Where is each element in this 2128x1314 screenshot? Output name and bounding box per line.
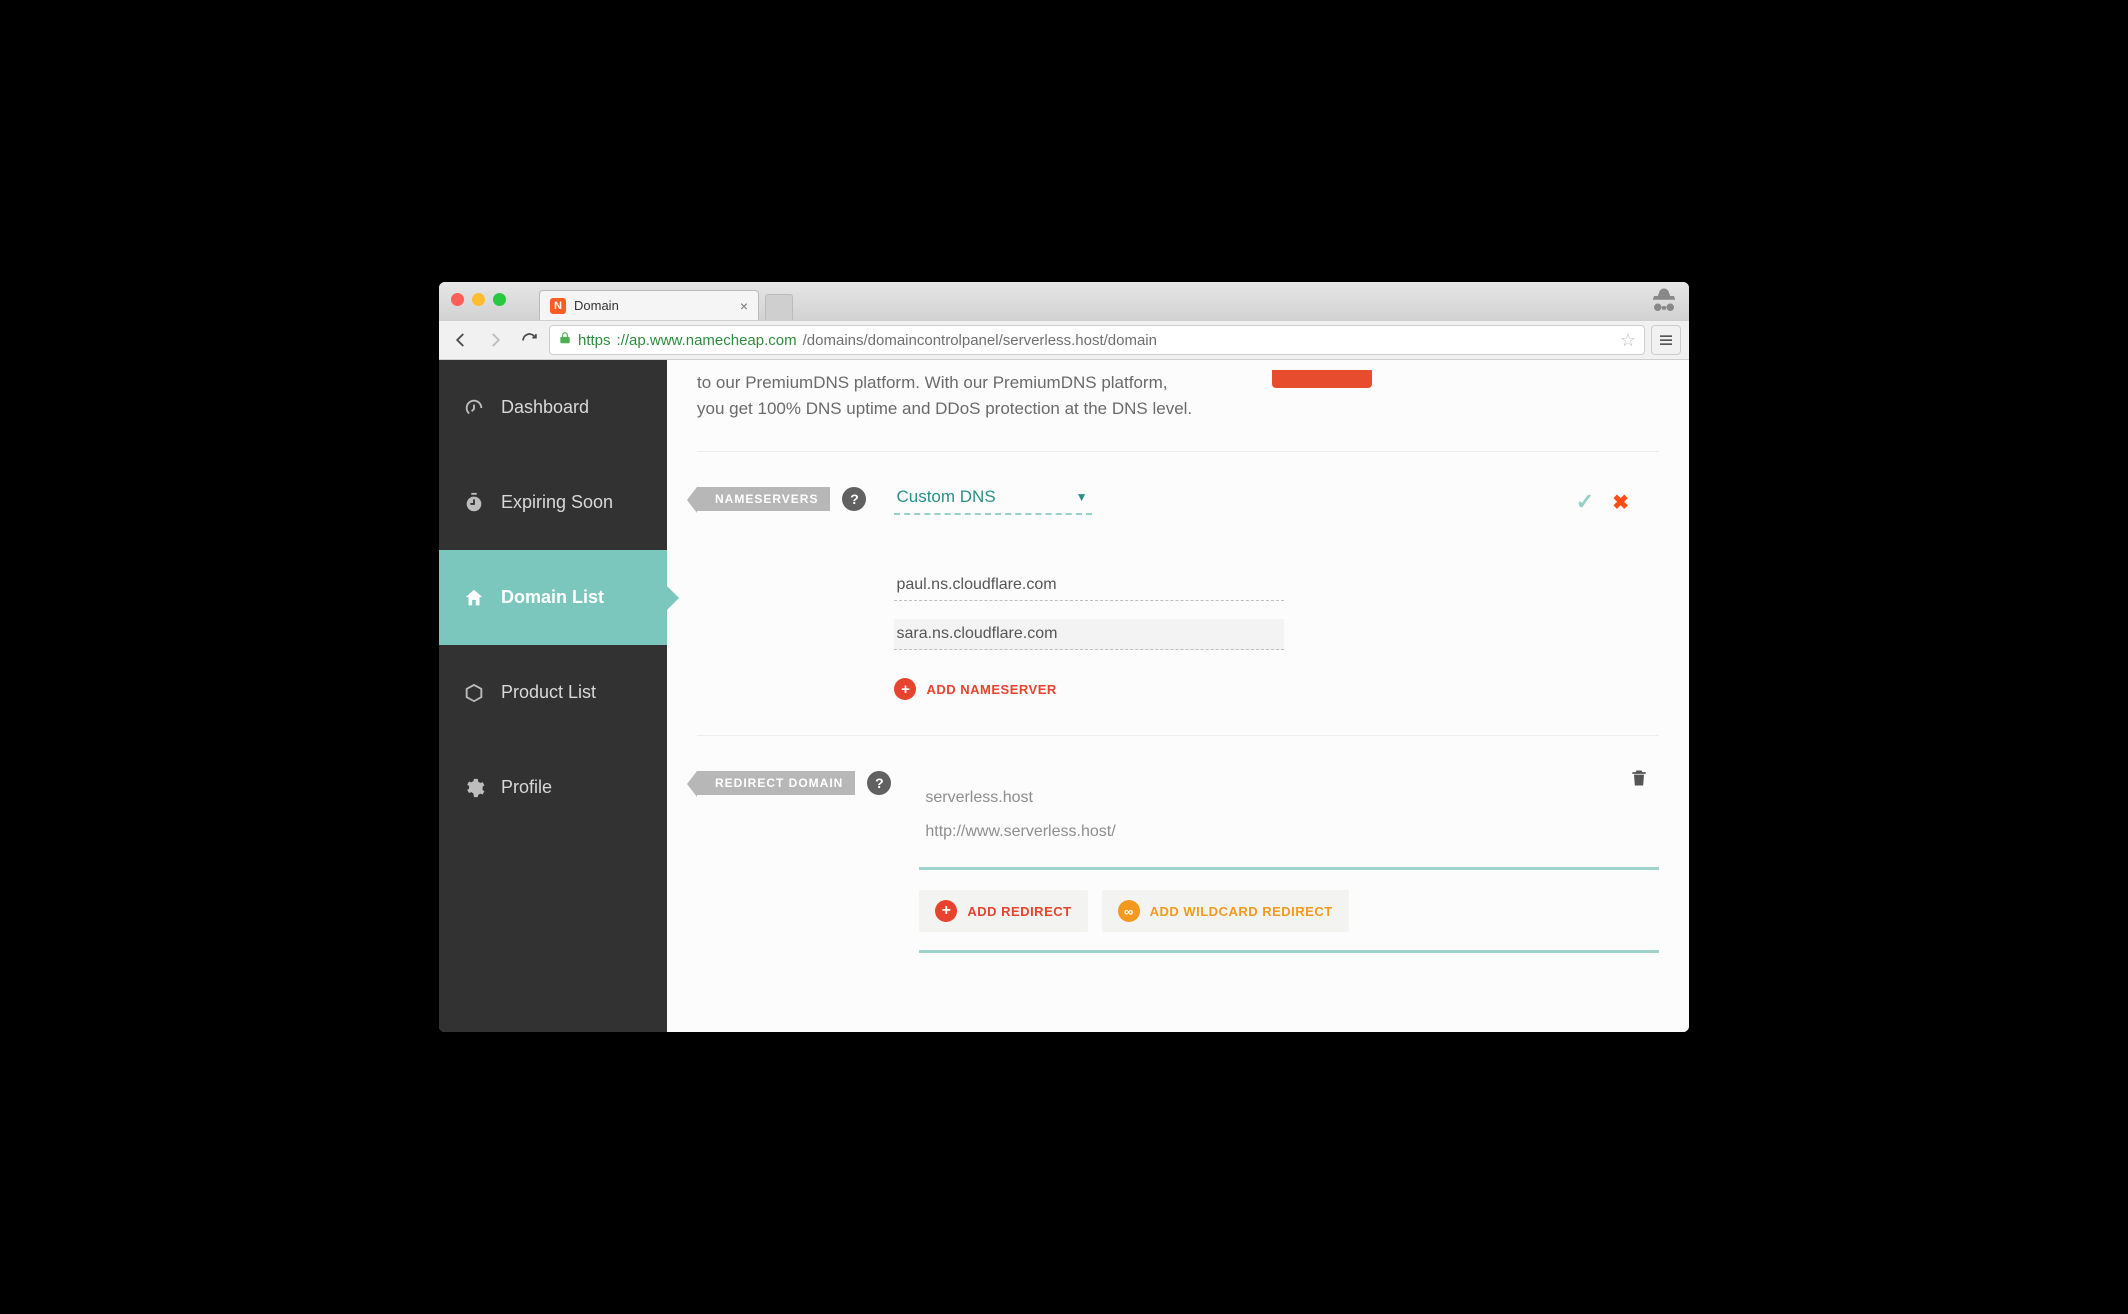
- help-icon[interactable]: ?: [867, 771, 891, 795]
- help-icon[interactable]: ?: [842, 487, 866, 511]
- buy-now-button[interactable]: [1272, 370, 1372, 388]
- nameserver-type-dropdown[interactable]: Custom DNS ▼: [894, 487, 1091, 515]
- ribbon-group: NAMESERVERS ?: [697, 487, 866, 511]
- redirect-entry: serverless.host http://www.serverless.ho…: [919, 771, 1659, 870]
- redirect-source: serverless.host: [925, 781, 1653, 815]
- page-body: Dashboard Expiring Soon Domain List Prod…: [439, 360, 1689, 1032]
- sidebar-item-product-list[interactable]: Product List: [439, 645, 667, 740]
- sidebar-item-expiring-soon[interactable]: Expiring Soon: [439, 455, 667, 550]
- tab-title: Domain: [574, 298, 732, 313]
- tab-close-icon[interactable]: ×: [740, 298, 748, 314]
- cancel-x-icon[interactable]: ✖: [1612, 490, 1629, 515]
- confirm-check-icon[interactable]: ✓: [1576, 489, 1594, 515]
- box-icon: [463, 682, 485, 704]
- nameservers-body: Custom DNS ▼ ✓ ✖ + ADD NAMESERVER: [894, 487, 1659, 700]
- forward-button[interactable]: [481, 326, 509, 354]
- redirect-target: http://www.serverless.host/: [925, 815, 1653, 849]
- plus-icon: +: [935, 900, 957, 922]
- redirect-body: serverless.host http://www.serverless.ho…: [919, 771, 1659, 953]
- window-controls: [451, 293, 506, 306]
- chevron-down-icon: ▼: [1076, 490, 1088, 504]
- nameserver-input-2[interactable]: [894, 619, 1284, 650]
- incognito-icon: [1649, 286, 1679, 316]
- sidebar-item-label: Expiring Soon: [501, 492, 613, 513]
- add-redirect-label: ADD REDIRECT: [967, 904, 1071, 919]
- browser-toolbar: https ://ap.www.namecheap.com/domains/dom…: [439, 320, 1689, 360]
- infinity-icon: ∞: [1118, 900, 1140, 922]
- info-line-2: you get 100% DNS uptime and DDoS protect…: [697, 396, 1192, 422]
- sidebar-item-label: Profile: [501, 777, 552, 798]
- premium-dns-text: to our PremiumDNS platform. With our Pre…: [697, 370, 1192, 421]
- ribbon-group: REDIRECT DOMAIN ?: [697, 771, 891, 795]
- sidebar: Dashboard Expiring Soon Domain List Prod…: [439, 360, 667, 1032]
- close-window-button[interactable]: [451, 293, 464, 306]
- url-host: ://ap.www.namecheap.com: [617, 332, 797, 349]
- add-redirect-button[interactable]: + ADD REDIRECT: [919, 890, 1087, 932]
- add-wildcard-label: ADD WILDCARD REDIRECT: [1150, 904, 1333, 919]
- section-ribbon: REDIRECT DOMAIN: [697, 771, 855, 795]
- info-line-1: to our PremiumDNS platform. With our Pre…: [697, 370, 1192, 396]
- sidebar-item-label: Dashboard: [501, 397, 589, 418]
- section-ribbon: NAMESERVERS: [697, 487, 830, 511]
- nameservers-section: NAMESERVERS ? Custom DNS ▼ ✓ ✖: [697, 452, 1659, 736]
- menu-button[interactable]: [1651, 325, 1681, 355]
- gauge-icon: [463, 397, 485, 419]
- dropdown-label: Custom DNS: [896, 487, 995, 507]
- sidebar-item-profile[interactable]: Profile: [439, 740, 667, 835]
- url-scheme: https: [578, 332, 611, 349]
- nameserver-input-1[interactable]: [894, 570, 1284, 601]
- browser-tab[interactable]: N Domain ×: [539, 290, 759, 320]
- stopwatch-icon: [463, 492, 485, 514]
- home-icon: [463, 587, 485, 609]
- reload-button[interactable]: [515, 326, 543, 354]
- add-nameserver-label: ADD NAMESERVER: [926, 682, 1056, 697]
- redirect-actions: + ADD REDIRECT ∞ ADD WILDCARD REDIRECT: [919, 890, 1659, 953]
- minimize-window-button[interactable]: [472, 293, 485, 306]
- maximize-window-button[interactable]: [493, 293, 506, 306]
- sidebar-item-dashboard[interactable]: Dashboard: [439, 360, 667, 455]
- titlebar: N Domain ×: [439, 282, 1689, 320]
- sidebar-filler: [439, 835, 667, 1032]
- add-wildcard-redirect-button[interactable]: ∞ ADD WILDCARD REDIRECT: [1102, 890, 1349, 932]
- bookmark-star-icon[interactable]: ☆: [1620, 330, 1636, 351]
- add-nameserver-button[interactable]: + ADD NAMESERVER: [894, 678, 1056, 700]
- address-bar[interactable]: https ://ap.www.namecheap.com/domains/dom…: [549, 325, 1645, 355]
- sidebar-item-label: Product List: [501, 682, 596, 703]
- delete-redirect-icon[interactable]: [1629, 767, 1649, 794]
- main-content: to our PremiumDNS platform. With our Pre…: [667, 360, 1689, 1032]
- redirect-domain-section: REDIRECT DOMAIN ? serverless.host http:/…: [697, 736, 1659, 988]
- url-path: /domains/domaincontrolpanel/serverless.h…: [803, 332, 1157, 349]
- nameserver-inputs: + ADD NAMESERVER: [894, 570, 1659, 700]
- plus-icon: +: [894, 678, 916, 700]
- tab-favicon-icon: N: [550, 298, 566, 314]
- back-button[interactable]: [447, 326, 475, 354]
- premium-dns-info: to our PremiumDNS platform. With our Pre…: [697, 370, 1659, 452]
- new-tab-button[interactable]: [765, 294, 793, 320]
- browser-window: N Domain × https ://ap.www.namecheap.com /…: [439, 282, 1689, 1032]
- confirm-controls: ✓ ✖: [1576, 489, 1629, 515]
- sidebar-item-domain-list[interactable]: Domain List: [439, 550, 667, 645]
- gear-icon: [463, 777, 485, 799]
- sidebar-item-label: Domain List: [501, 587, 604, 608]
- lock-icon: [558, 331, 572, 349]
